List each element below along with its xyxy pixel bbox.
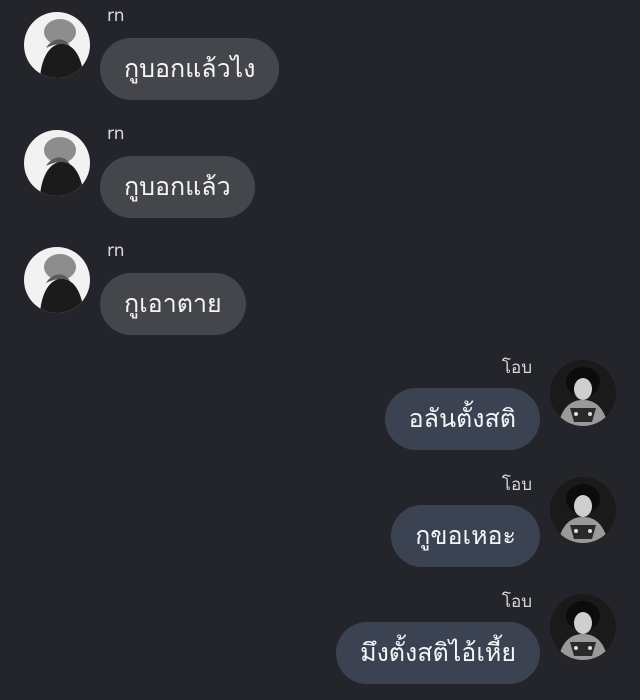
sender-name: rn	[107, 241, 125, 261]
avatar-rn-icon	[24, 247, 90, 313]
avatar-rn-icon	[24, 12, 90, 78]
avatar-oab-icon	[550, 477, 616, 543]
sender-name: โอบ	[501, 592, 532, 612]
user-avatar-oab[interactable]	[550, 360, 616, 426]
avatar-oab-icon	[550, 360, 616, 426]
chat-message: โอบ กูขอเหอะ	[0, 473, 640, 583]
message-bubble[interactable]: กูเอาตาย	[100, 273, 246, 335]
user-avatar-oab[interactable]	[550, 477, 616, 543]
sender-name: rn	[107, 124, 125, 144]
avatar-rn-icon	[24, 130, 90, 196]
message-bubble[interactable]: กูบอกแล้วไง	[100, 38, 280, 100]
chat-message: โอบ มึงตั้งสติไอ้เหี้ย	[0, 590, 640, 700]
chat-message: rn กูบอกแล้ว	[0, 124, 640, 234]
sender-name: โอบ	[501, 358, 532, 378]
user-avatar-rn[interactable]	[24, 12, 90, 78]
message-bubble[interactable]: อลันตั้งสติ	[384, 388, 540, 450]
user-avatar-rn[interactable]	[24, 247, 90, 313]
avatar-oab-icon	[550, 594, 616, 660]
message-bubble[interactable]: กูขอเหอะ	[391, 505, 540, 567]
message-bubble[interactable]: มึงตั้งสติไอ้เหี้ย	[336, 622, 540, 684]
sender-name: โอบ	[501, 475, 532, 495]
chat-message: โอบ อลันตั้งสติ	[0, 356, 640, 466]
chat-message: rn กูบอกแล้วไง	[0, 6, 640, 116]
message-bubble[interactable]: กูบอกแล้ว	[100, 156, 255, 218]
user-avatar-oab[interactable]	[550, 594, 616, 660]
user-avatar-rn[interactable]	[24, 130, 90, 196]
chat-message: rn กูเอาตาย	[0, 241, 640, 351]
sender-name: rn	[107, 6, 125, 26]
